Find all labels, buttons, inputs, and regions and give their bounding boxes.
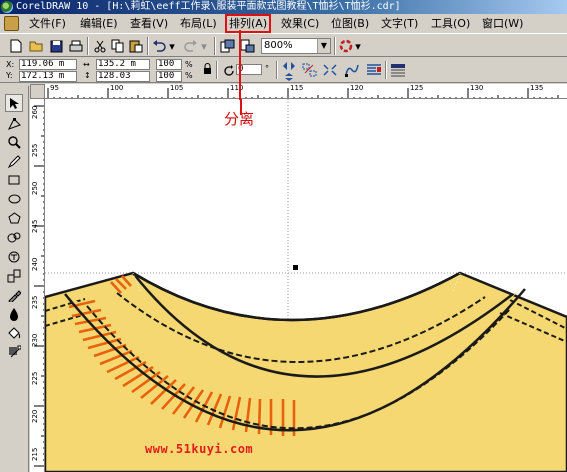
ruler-h-label: 135	[530, 84, 544, 92]
menu-arrange[interactable]: 排列(A)	[224, 14, 272, 33]
ruler-v-label: 230	[31, 333, 39, 347]
outline-tool-icon[interactable]	[5, 305, 23, 323]
toolbox	[0, 86, 29, 472]
open-icon[interactable]	[28, 38, 44, 54]
scale-y-unit: %	[185, 71, 193, 80]
property-bar: X: Y: 119.06 m 172.13 m ↔ ↕ 135.2 m 128.…	[0, 57, 567, 83]
break-apart-icon[interactable]	[302, 62, 318, 78]
shape-tool-icon[interactable]	[5, 114, 23, 132]
fill-tool-icon[interactable]	[5, 324, 23, 342]
ruler-v-label: 240	[31, 257, 39, 271]
horizontal-ruler[interactable]: 95 100 105 110 115 120 125 130 135	[45, 84, 567, 99]
width-icon: ↔	[83, 60, 90, 69]
cut-icon[interactable]	[92, 38, 108, 54]
ruler-h-label: 130	[470, 84, 484, 92]
scale-x-unit: %	[185, 60, 193, 69]
selection-center-handle	[293, 265, 298, 270]
standard-toolbar: ▾ ▾ 800% ▼ ▾	[0, 33, 567, 57]
ruler-v-label: 250	[31, 181, 39, 195]
freehand-tool-icon[interactable]	[5, 152, 23, 170]
undo-dropdown-icon[interactable]: ▾	[168, 38, 176, 54]
vertical-ruler[interactable]: 260 255 250 245 240 235 230 225 220 215	[30, 99, 45, 472]
y-label: Y:	[6, 71, 13, 80]
height-icon: ↕	[84, 71, 91, 80]
menu-view[interactable]: 查看(V)	[128, 16, 170, 31]
t-shirt-body	[45, 271, 567, 472]
launcher-dropdown-icon[interactable]: ▾	[354, 38, 362, 54]
copy-icon[interactable]	[110, 38, 126, 54]
lock-ratio-icon[interactable]	[199, 61, 215, 77]
zoom-level-value: 800%	[264, 40, 293, 51]
menu-bar: 文件(F) 编辑(E) 查看(V) 布局(L) 排列(A) 效果(C) 位图(B…	[0, 14, 567, 33]
ruler-h-label: 125	[410, 84, 424, 92]
polygon-tool-icon[interactable]	[5, 209, 23, 227]
scale-y-field[interactable]: 100	[156, 71, 182, 82]
x-position-field[interactable]: 119.06 m	[19, 59, 77, 70]
ruler-v-label: 235	[31, 295, 39, 309]
annotation-label: 分离	[224, 110, 255, 128]
paste-icon[interactable]	[128, 38, 144, 54]
y-position-field[interactable]: 172.13 m	[19, 71, 77, 82]
coreldraw-app-icon[interactable]	[1, 1, 13, 13]
site-watermark: www.51kuyi.com	[145, 442, 254, 456]
basic-shapes-tool-icon[interactable]	[5, 228, 23, 246]
menu-effects[interactable]: 效果(C)	[279, 16, 321, 31]
degree-unit: °	[265, 64, 269, 73]
rotate-icon	[221, 63, 237, 79]
redo-icon[interactable]	[183, 38, 199, 54]
menu-edit[interactable]: 编辑(E)	[78, 16, 120, 31]
menu-window[interactable]: 窗口(W)	[480, 16, 525, 31]
convert-to-curves-icon[interactable]	[344, 62, 360, 78]
ruler-v-label: 225	[31, 371, 39, 385]
ruler-v-label: 220	[31, 409, 39, 423]
window-title: CorelDRAW 10 - [H:\莉虹\eeff工作录\服装平面款式图教程\…	[16, 1, 401, 12]
text-tool-icon[interactable]	[5, 247, 23, 265]
ruler-v-label: 255	[31, 143, 39, 157]
rectangle-tool-icon[interactable]	[5, 171, 23, 189]
ellipse-tool-icon[interactable]	[5, 190, 23, 208]
wrap-text-icon[interactable]	[366, 62, 382, 78]
ruler-v-label: 215	[31, 447, 39, 461]
save-icon[interactable]	[48, 38, 64, 54]
zoom-level-select[interactable]: 800% ▼	[261, 38, 331, 54]
mirror-vertical-icon[interactable]	[281, 69, 297, 85]
to-front-icon[interactable]	[390, 62, 406, 78]
menu-text[interactable]: 文字(T)	[379, 16, 420, 31]
print-icon[interactable]	[68, 38, 84, 54]
ruler-h-label: 110	[230, 84, 244, 92]
menu-bitmaps[interactable]: 位图(B)	[329, 16, 371, 31]
ruler-v-label: 245	[31, 219, 39, 233]
import-icon[interactable]	[219, 38, 235, 54]
x-label: X:	[6, 60, 15, 69]
undo-icon[interactable]	[151, 38, 167, 54]
width-field[interactable]: 135.2 m	[96, 59, 150, 70]
ruler-origin[interactable]	[30, 84, 45, 99]
zoom-tool-icon[interactable]	[5, 133, 23, 151]
ruler-v-label: 260	[31, 105, 39, 119]
scale-x-field[interactable]: 100	[156, 59, 182, 70]
export-icon[interactable]	[239, 38, 255, 54]
interactive-blend-tool-icon[interactable]	[5, 267, 23, 285]
interactive-fill-tool-icon[interactable]	[5, 343, 23, 361]
menu-tools[interactable]: 工具(O)	[429, 16, 472, 31]
combine-icon[interactable]	[322, 62, 338, 78]
menu-file[interactable]: 文件(F)	[27, 16, 68, 31]
ruler-h-label: 105	[170, 84, 184, 92]
ruler-h-label: 100	[110, 84, 124, 92]
redo-dropdown-icon[interactable]: ▾	[200, 38, 208, 54]
new-icon[interactable]	[8, 38, 24, 54]
ruler-h-label: 115	[290, 84, 304, 92]
ruler-h-label: 120	[350, 84, 364, 92]
pick-tool-icon[interactable]	[5, 94, 23, 112]
drawing-canvas[interactable]	[45, 99, 567, 472]
ruler-h-label: 95	[50, 84, 59, 92]
document-icon[interactable]	[4, 16, 19, 31]
chevron-down-icon[interactable]: ▼	[317, 39, 330, 53]
menu-layout[interactable]: 布局(L)	[178, 16, 219, 31]
height-field[interactable]: 128.03	[96, 71, 150, 82]
app-launcher-icon[interactable]	[338, 38, 354, 54]
eyedropper-tool-icon[interactable]	[5, 286, 23, 304]
title-bar: CorelDRAW 10 - [H:\莉虹\eeff工作录\服装平面款式图教程\…	[0, 0, 567, 14]
rotation-field[interactable]: 0	[236, 64, 262, 75]
